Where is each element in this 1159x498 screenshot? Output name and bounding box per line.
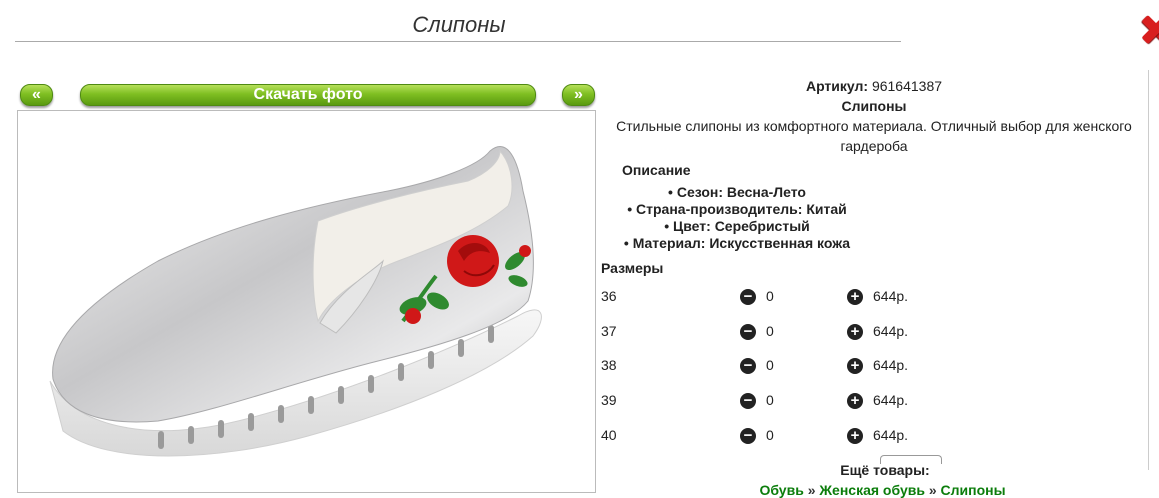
spec-item: Цвет: Серебристый — [605, 218, 869, 235]
product-name: Слипоны — [841, 98, 907, 114]
specs-title: Описание — [622, 162, 691, 178]
page-title: Слипоны — [412, 12, 506, 37]
plus-circle-icon[interactable]: + — [847, 428, 863, 444]
more-products-title: Ещё товары: — [840, 462, 930, 478]
size-value: 36 — [601, 288, 617, 304]
size-qty: 0 — [766, 427, 774, 443]
size-row: 38 − 0 + 644р. — [601, 357, 921, 377]
product-description: Стильные слипоны из комфортного материал… — [616, 118, 1132, 154]
article-value: 961641387 — [871, 78, 943, 94]
size-qty: 0 — [766, 323, 774, 339]
breadcrumb-separator: » — [928, 482, 937, 498]
size-row: 37 − 0 + 644р. — [601, 323, 921, 343]
size-row: 39 − 0 + 644р. — [601, 392, 921, 412]
size-value: 39 — [601, 392, 617, 408]
size-price: 644р. — [873, 427, 909, 443]
breadcrumb-link-shoes[interactable]: Обувь — [759, 482, 803, 498]
sizes-title: Размеры — [601, 260, 664, 276]
breadcrumb: Обувь » Женская обувь » Слипоны — [700, 482, 1065, 498]
size-value: 37 — [601, 323, 617, 339]
size-price: 644р. — [873, 323, 909, 339]
minus-circle-icon[interactable]: − — [740, 428, 756, 444]
size-price: 644р. — [873, 357, 909, 373]
close-icon[interactable] — [1138, 14, 1159, 44]
size-qty: 0 — [766, 392, 774, 408]
size-qty: 0 — [766, 357, 774, 373]
product-photo — [17, 110, 596, 493]
minus-circle-icon[interactable]: − — [740, 289, 756, 305]
size-price: 644р. — [873, 288, 909, 304]
plus-circle-icon[interactable]: + — [847, 289, 863, 305]
spec-item: Сезон: Весна-Лето — [605, 184, 869, 201]
plus-circle-icon[interactable]: + — [847, 358, 863, 374]
plus-circle-icon[interactable]: + — [847, 324, 863, 340]
panel-divider — [1148, 70, 1149, 470]
download-photo-button[interactable]: Скачать фото — [80, 84, 536, 106]
minus-circle-icon[interactable]: − — [740, 324, 756, 340]
minus-circle-icon[interactable]: − — [740, 393, 756, 409]
spec-item: Материал: Искусственная кожа — [605, 235, 869, 252]
size-value: 40 — [601, 427, 617, 443]
article-label: Артикул: — [805, 78, 869, 94]
title-divider — [15, 41, 901, 42]
product-info: Артикул: 961641387 Слипоны Стильные слип… — [605, 76, 1143, 252]
size-value: 38 — [601, 357, 617, 373]
specs-list: Сезон: Весна-Лето Страна-производитель: … — [605, 184, 869, 252]
minus-circle-icon[interactable]: − — [740, 358, 756, 374]
breadcrumb-link-slipons[interactable]: Слипоны — [941, 482, 1006, 498]
breadcrumb-separator: » — [807, 482, 816, 498]
next-photo-button[interactable]: » — [562, 84, 595, 106]
size-qty: 0 — [766, 288, 774, 304]
size-row: 40 − 0 + 644р. — [601, 427, 921, 447]
spec-item: Страна-производитель: Китай — [605, 201, 869, 218]
article-line: Артикул: 961641387 — [605, 76, 1143, 96]
plus-circle-icon[interactable]: + — [847, 393, 863, 409]
size-price: 644р. — [873, 392, 909, 408]
breadcrumb-link-womens-shoes[interactable]: Женская обувь — [819, 482, 925, 498]
size-row: 36 − 0 + 644р. — [601, 288, 921, 308]
prev-photo-button[interactable]: « — [20, 84, 53, 106]
